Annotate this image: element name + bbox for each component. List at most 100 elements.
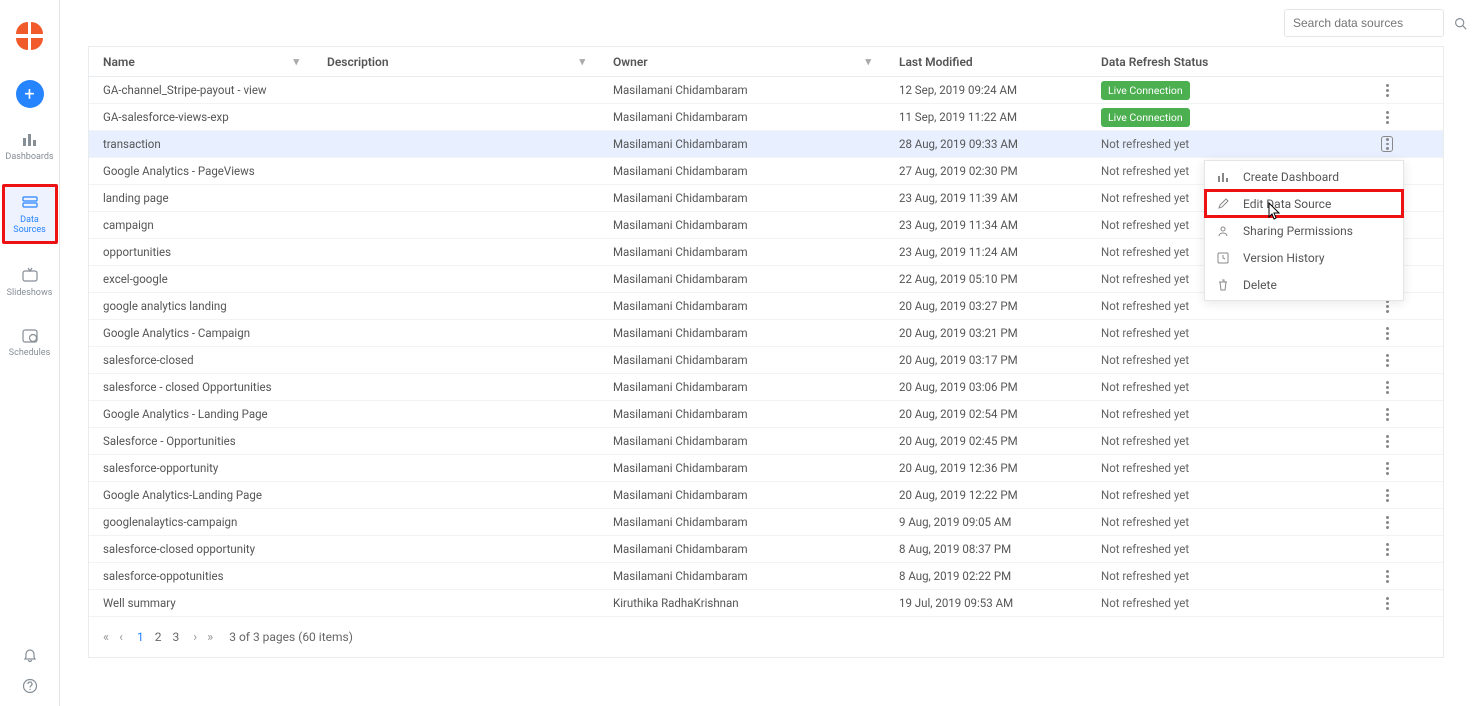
cell-name: Well summary bbox=[89, 596, 313, 610]
sidebar-item-slideshows[interactable]: Slideshows bbox=[2, 260, 58, 304]
cell-status: Not refreshed yet bbox=[1087, 488, 1367, 502]
search-box[interactable] bbox=[1284, 9, 1444, 37]
ctx-create-dashboard[interactable]: Create Dashboard bbox=[1205, 163, 1403, 190]
status-text: Not refreshed yet bbox=[1101, 488, 1189, 502]
row-menu-button[interactable] bbox=[1381, 352, 1393, 368]
bell-icon[interactable] bbox=[22, 648, 38, 664]
bar-chart-icon bbox=[1217, 171, 1231, 183]
cell-name: google analytics landing bbox=[89, 299, 313, 313]
sidebar-item-data-sources[interactable]: Data Sources bbox=[2, 184, 58, 244]
help-icon[interactable] bbox=[22, 678, 38, 694]
row-menu-button[interactable] bbox=[1381, 136, 1393, 152]
status-text: Not refreshed yet bbox=[1101, 353, 1189, 367]
page-first[interactable]: « bbox=[103, 630, 109, 645]
table-row[interactable]: salesforce-closed opportunityMasilamani … bbox=[89, 536, 1443, 563]
row-menu-button[interactable] bbox=[1381, 541, 1393, 557]
col-description[interactable]: Description bbox=[327, 55, 389, 69]
row-context-menu: Create Dashboard Edit Data Source Sharin… bbox=[1204, 160, 1404, 301]
cell-status: Not refreshed yet bbox=[1087, 326, 1367, 340]
col-name[interactable]: Name bbox=[103, 55, 135, 69]
sidebar-item-schedules[interactable]: Schedules bbox=[2, 320, 58, 364]
row-menu-button[interactable] bbox=[1381, 487, 1393, 503]
sidebar-item-label: Data Sources bbox=[5, 215, 55, 235]
cell-status: Live Connection bbox=[1087, 81, 1367, 100]
status-text: Not refreshed yet bbox=[1101, 164, 1189, 178]
filter-icon[interactable]: ▾ bbox=[579, 55, 585, 68]
cell-name: GA-channel_Stripe-payout - view bbox=[89, 83, 313, 97]
add-button[interactable]: + bbox=[16, 80, 44, 108]
status-text: Not refreshed yet bbox=[1101, 218, 1189, 232]
cell-status: Live Connection bbox=[1087, 108, 1367, 127]
ctx-version-history[interactable]: Version History bbox=[1205, 244, 1403, 271]
cell-modified: 22 Aug, 2019 05:10 PM bbox=[885, 272, 1087, 286]
status-text: Not refreshed yet bbox=[1101, 191, 1189, 205]
table-row[interactable]: salesforce-closedMasilamani Chidambaram2… bbox=[89, 347, 1443, 374]
ctx-edit-data-source[interactable]: Edit Data Source bbox=[1205, 190, 1403, 217]
table-row[interactable]: salesforce-opportunityMasilamani Chidamb… bbox=[89, 455, 1443, 482]
sidebar-item-dashboards[interactable]: Dashboards bbox=[2, 124, 58, 168]
page-next[interactable]: › bbox=[193, 630, 197, 645]
table-row[interactable]: GA-channel_Stripe-payout - viewMasilaman… bbox=[89, 77, 1443, 104]
cell-modified: 19 Jul, 2019 09:53 AM bbox=[885, 596, 1087, 610]
table-row[interactable]: salesforce - closed OpportunitiesMasilam… bbox=[89, 374, 1443, 401]
sidebar: + Dashboards Data Sources Slideshows Sch… bbox=[0, 0, 60, 706]
cell-modified: 11 Sep, 2019 11:22 AM bbox=[885, 110, 1087, 124]
col-modified[interactable]: Last Modified bbox=[899, 55, 973, 69]
cell-status: Not refreshed yet bbox=[1087, 299, 1367, 313]
row-menu-button[interactable] bbox=[1381, 325, 1393, 341]
page-number[interactable]: 1 bbox=[133, 628, 148, 646]
table-row[interactable]: transactionMasilamani Chidambaram28 Aug,… bbox=[89, 131, 1443, 158]
ctx-sharing-permissions[interactable]: Sharing Permissions bbox=[1205, 217, 1403, 244]
ctx-delete[interactable]: Delete bbox=[1205, 271, 1403, 298]
cell-owner: Masilamani Chidambaram bbox=[599, 515, 885, 529]
table-row[interactable]: Google Analytics-Landing PageMasilamani … bbox=[89, 482, 1443, 509]
col-owner[interactable]: Owner bbox=[613, 55, 648, 69]
calendar-icon bbox=[21, 326, 39, 344]
ctx-label: Sharing Permissions bbox=[1243, 224, 1353, 238]
cell-modified: 8 Aug, 2019 08:37 PM bbox=[885, 542, 1087, 556]
status-text: Not refreshed yet bbox=[1101, 542, 1189, 556]
tv-icon bbox=[21, 266, 39, 284]
table-row[interactable]: Well summaryKiruthika RadhaKrishnan19 Ju… bbox=[89, 590, 1443, 617]
table-row[interactable]: Google Analytics - Landing PageMasilaman… bbox=[89, 401, 1443, 428]
cell-name: excel-google bbox=[89, 272, 313, 286]
page-number[interactable]: 3 bbox=[168, 628, 183, 646]
row-menu-button[interactable] bbox=[1381, 109, 1393, 125]
main-content: Name▾ Description▾ Owner▾ Last Modified … bbox=[60, 0, 1472, 706]
cell-status: Not refreshed yet bbox=[1087, 596, 1367, 610]
cell-owner: Masilamani Chidambaram bbox=[599, 218, 885, 232]
cell-owner: Masilamani Chidambaram bbox=[599, 434, 885, 448]
row-menu-button[interactable] bbox=[1381, 595, 1393, 611]
table-row[interactable]: googlenalaytics-campaignMasilamani Chida… bbox=[89, 509, 1443, 536]
page-number[interactable]: 2 bbox=[151, 628, 166, 646]
filter-icon[interactable]: ▾ bbox=[293, 55, 299, 68]
row-menu-button[interactable] bbox=[1381, 568, 1393, 584]
cell-owner: Masilamani Chidambaram bbox=[599, 137, 885, 151]
cell-modified: 27 Aug, 2019 02:30 PM bbox=[885, 164, 1087, 178]
row-menu-button[interactable] bbox=[1381, 379, 1393, 395]
pagination: « ‹ 1 2 3 › » 3 of 3 pages (60 items) bbox=[89, 617, 1443, 657]
table-row[interactable]: Google Analytics - CampaignMasilamani Ch… bbox=[89, 320, 1443, 347]
row-menu-button[interactable] bbox=[1381, 433, 1393, 449]
cell-name: Google Analytics - PageViews bbox=[89, 164, 313, 178]
cell-modified: 23 Aug, 2019 11:39 AM bbox=[885, 191, 1087, 205]
page-prev[interactable]: ‹ bbox=[119, 630, 123, 645]
status-text: Not refreshed yet bbox=[1101, 299, 1189, 313]
cell-modified: 20 Aug, 2019 03:06 PM bbox=[885, 380, 1087, 394]
page-last[interactable]: » bbox=[207, 630, 213, 645]
search-input[interactable] bbox=[1293, 16, 1448, 30]
filter-icon[interactable]: ▾ bbox=[865, 55, 871, 68]
row-menu-button[interactable] bbox=[1381, 460, 1393, 476]
table-row[interactable]: salesforce-oppotunitiesMasilamani Chidam… bbox=[89, 563, 1443, 590]
row-menu-button[interactable] bbox=[1381, 82, 1393, 98]
row-menu-button[interactable] bbox=[1381, 514, 1393, 530]
status-text: Not refreshed yet bbox=[1101, 461, 1189, 475]
cell-name: GA-salesforce-views-exp bbox=[89, 110, 313, 124]
status-text: Not refreshed yet bbox=[1101, 407, 1189, 421]
cell-owner: Masilamani Chidambaram bbox=[599, 272, 885, 286]
cell-status: Not refreshed yet bbox=[1087, 353, 1367, 367]
table-row[interactable]: GA-salesforce-views-expMasilamani Chidam… bbox=[89, 104, 1443, 131]
row-menu-button[interactable] bbox=[1381, 406, 1393, 422]
table-row[interactable]: Salesforce - OpportunitiesMasilamani Chi… bbox=[89, 428, 1443, 455]
col-status[interactable]: Data Refresh Status bbox=[1101, 55, 1208, 69]
